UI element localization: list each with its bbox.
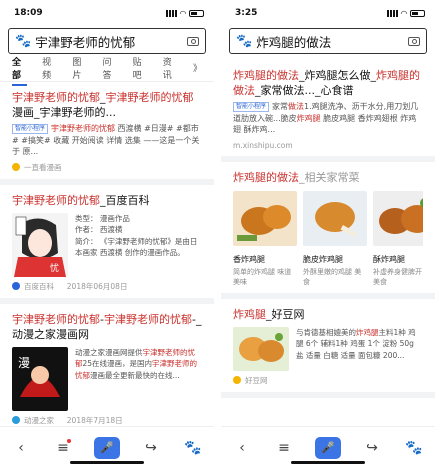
tab-video[interactable]: 视频 <box>42 55 57 81</box>
left-phone-screen: 18:09 ◠ 🐾 宇津野老师的忧郁 全部 视频 图片 问答 贴吧 资讯 》 宇… <box>0 0 214 468</box>
result-source: 好豆网 <box>233 375 423 386</box>
tab-qa[interactable]: 问答 <box>102 55 117 81</box>
result-card[interactable]: 宇津野老师的忧郁_百度百科 忧 类型： 漫画作品 作者： 西渡横 简介： 《宇津… <box>0 185 214 304</box>
recipe-item[interactable]: 脆皮炸鸡腿 外酥里嫩的鸡腿 美食 <box>303 190 367 287</box>
signal-icon <box>386 9 398 17</box>
svg-text:漫: 漫 <box>18 356 30 370</box>
notification-dot <box>67 438 71 443</box>
result-title[interactable]: 炸鸡腿_好豆网 <box>233 307 423 322</box>
result-title[interactable]: 宇津野老师的忧郁_宇津野老师的忧郁漫画_宇津野老师的... <box>12 90 202 120</box>
status-time: 3:25 <box>235 8 258 18</box>
result-title[interactable]: 炸鸡腿的做法_炸鸡腿怎么做_炸鸡腿的做法_家常做法..._心食谱 <box>233 68 423 98</box>
bottom-toolbar: ‹ ≡ 🎤 ↪ 🐾 <box>0 426 214 468</box>
baidu-paw-icon: 🐾 <box>236 33 253 49</box>
right-phone-screen: 3:25 ◠ 🐾 炸鸡腿的做法 炸鸡腿的做法_炸鸡腿怎么做_炸鸡腿的做法_家常做… <box>221 0 435 468</box>
manga-cover-image[interactable]: 忧 <box>12 212 68 277</box>
paw-home-icon[interactable]: 🐾 <box>182 437 204 459</box>
search-bar[interactable]: 🐾 宇津野老师的忧郁 <box>8 28 206 54</box>
battery-icon <box>410 9 425 17</box>
crispy-drumstick-image[interactable] <box>303 190 367 246</box>
result-card[interactable]: 炸鸡腿的做法_炸鸡腿怎么做_炸鸡腿的做法_家常做法..._心食谱 智能小程序 家常… <box>221 60 435 162</box>
recipe-gallery: 香炸鸡腿 简单的炸鸡腿 味道美味 脆皮炸鸡腿 外酥里嫩的鸡腿 美食 酥炸鸡腿 补… <box>233 190 423 287</box>
status-time: 18:09 <box>14 8 43 18</box>
result-snippet: 动漫之家漫画网提供宇津野老师的忧郁25在线漫画，是国内宇津野老师的忧郁漫画最全更… <box>75 347 198 380</box>
status-bar: 18:09 ◠ <box>0 0 214 26</box>
result-card[interactable]: 宇津野老师的忧郁_宇津野老师的忧郁漫画_宇津野老师的... 智能小程序 宇津野老师… <box>0 82 214 185</box>
dmzj-icon <box>12 416 20 424</box>
baidu-paw-icon: 🐾 <box>15 33 32 49</box>
voice-search-button[interactable]: 🎤 <box>315 436 341 459</box>
fried-chicken-image[interactable] <box>233 190 297 246</box>
tab-all[interactable]: 全部 <box>12 55 28 86</box>
share-icon[interactable]: ↪ <box>140 437 162 459</box>
mini-program-badge: 智能小程序 <box>12 123 49 134</box>
search-input[interactable]: 宇津野老师的忧郁 <box>35 32 183 51</box>
result-info: 类型： 漫画作品 作者： 西渡横 简介： 《宇津野老师的忧郁》是由日本画家 西渡… <box>75 213 198 258</box>
result-title[interactable]: 宇津野老师的忧郁_百度百科 <box>12 193 202 208</box>
paw-home-icon[interactable]: 🐾 <box>403 437 425 459</box>
mini-program-badge: 智能小程序 <box>233 101 270 112</box>
tab-more[interactable]: 》 <box>193 61 202 74</box>
home-indicator[interactable] <box>291 461 365 464</box>
menu-icon[interactable]: ≡ <box>52 437 74 459</box>
wifi-icon: ◠ <box>179 8 186 18</box>
baike-icon <box>12 282 20 290</box>
haodou-recipe-image[interactable] <box>233 326 289 371</box>
svg-text:忧: 忧 <box>50 262 59 274</box>
result-source: 百度百科 2018年06月08日 <box>12 281 202 292</box>
back-icon[interactable]: ‹ <box>10 437 32 459</box>
voice-search-button[interactable]: 🎤 <box>94 436 120 459</box>
camera-icon[interactable] <box>187 36 199 46</box>
result-card[interactable]: 宇津野老师的忧郁-宇津野老师的忧郁-_动漫之家漫画网 漫 动漫之家漫画网提供宇津… <box>0 304 214 438</box>
tab-tieba[interactable]: 贴吧 <box>133 55 148 81</box>
result-card[interactable]: 炸鸡腿_好豆网 与肯德基相媲美的炸鸡腿主料1种 鸡腿 6个 辅料1种 鸡蛋 1个… <box>221 299 435 398</box>
haodou-icon <box>233 376 241 384</box>
signal-icon <box>165 9 177 17</box>
result-title[interactable]: 炸鸡腿的做法_相关家常菜 <box>233 170 423 185</box>
source-icon <box>12 163 20 171</box>
tab-news[interactable]: 资讯 <box>163 55 178 81</box>
result-source: 动漫之家 2018年7月18日 <box>12 415 202 426</box>
result-snippet: 与肯德基相媲美的炸鸡腿主料1种 鸡腿 6个 辅料1种 鸡蛋 1个 淀粉 50g … <box>296 327 416 360</box>
status-bar: 3:25 ◠ <box>221 0 435 26</box>
result-title[interactable]: 宇津野老师的忧郁-宇津野老师的忧郁-_动漫之家漫画网 <box>12 312 202 342</box>
tab-images[interactable]: 图片 <box>72 55 87 81</box>
divider <box>214 0 221 468</box>
home-indicator[interactable] <box>70 461 144 464</box>
result-snippet: 智能小程序 宇津野老师的忧郁 西渡横 #日漫# #都市# #搞笑# 收藏 开始阅读… <box>12 123 200 156</box>
share-icon[interactable]: ↪ <box>361 437 383 459</box>
recipe-item[interactable]: 酥炸鸡腿 补虚养身健脾开 胃美食 <box>373 190 423 287</box>
search-input[interactable]: 炸鸡腿的做法 <box>256 32 404 51</box>
search-tabs: 全部 视频 图片 问答 贴吧 资讯 》 <box>0 54 214 86</box>
camera-icon[interactable] <box>408 36 420 46</box>
back-icon[interactable]: ‹ <box>231 437 253 459</box>
menu-icon[interactable]: ≡ <box>273 437 295 459</box>
recipe-item[interactable]: 香炸鸡腿 简单的炸鸡腿 味道美味 <box>233 190 297 287</box>
result-source: 一直看漫画 <box>12 162 202 173</box>
result-snippet: 智能小程序 家常做法1.鸡腿洗净、沥干水分,用刀划几道肋放入碗...脆皮炸鸡腿 脆… <box>233 101 419 134</box>
result-url: m.xinshipu.com <box>233 140 293 150</box>
result-card[interactable]: 炸鸡腿的做法_相关家常菜 香炸鸡腿 简单的炸鸡腿 味道美味 脆皮炸鸡腿 外酥里嫩… <box>221 162 435 299</box>
manga-thumbnail-image[interactable]: 漫 <box>12 346 68 411</box>
search-bar[interactable]: 🐾 炸鸡腿的做法 <box>229 28 427 54</box>
crispy-fried-drumstick-image[interactable] <box>373 190 423 246</box>
bottom-toolbar: ‹ ≡ 🎤 ↪ 🐾 <box>221 426 435 468</box>
wifi-icon: ◠ <box>400 8 407 18</box>
battery-icon <box>189 9 204 17</box>
